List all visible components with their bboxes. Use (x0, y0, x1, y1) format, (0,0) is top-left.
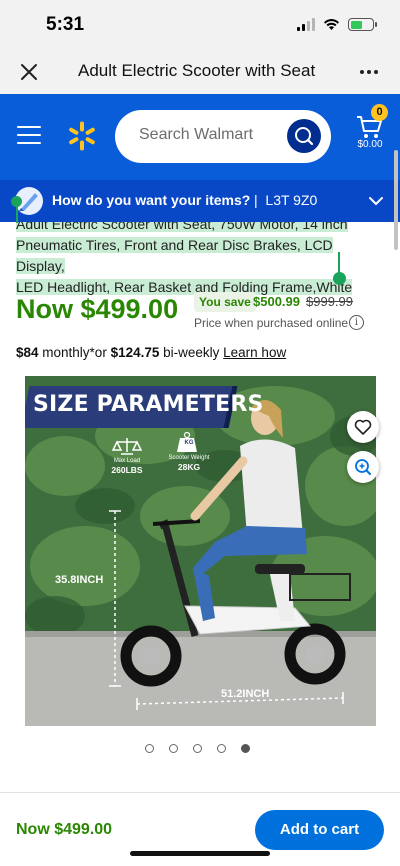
product-title-line: Pneumatic Tires, Front and Rear Disc Bra… (16, 237, 333, 274)
max-load-stat: Max Load 260LBS (111, 458, 143, 475)
was-price: $999.99 (306, 294, 353, 309)
delivery-zip: | L3T 9Z0 (254, 192, 318, 208)
menu-icon[interactable] (17, 126, 41, 146)
status-time: 5:31 (46, 14, 85, 35)
search-placeholder: Search Walmart (139, 126, 254, 143)
heart-icon (354, 419, 372, 435)
weight-stat: KG Scooter Weight 28KG (168, 440, 210, 472)
search-icon (295, 127, 314, 146)
battery-icon (348, 18, 377, 31)
browser-title-bar: Adult Electric Scooter with Seat (0, 50, 400, 94)
length-dimension-label: 51.2INCH (221, 688, 270, 700)
page-title: Adult Electric Scooter with Seat (78, 61, 316, 80)
installment-info: $84 monthly*or $124.75 bi-weekly Learn h… (16, 345, 287, 360)
more-options-icon[interactable] (358, 62, 380, 82)
current-price: Now $499.00 (16, 294, 179, 324)
bottom-price: Now $499.00 (16, 821, 113, 838)
selection-handle-start[interactable] (11, 196, 22, 207)
walmart-spark-logo[interactable] (66, 120, 98, 152)
pagination-dot[interactable] (217, 744, 226, 753)
info-icon[interactable]: i (349, 315, 364, 330)
status-icons (297, 18, 377, 31)
cellular-signal-icon (297, 18, 315, 31)
product-title-line: Adult Electric Scooter with Seat, 750W M… (16, 216, 348, 232)
walmart-header: Search Walmart 0 $0.00 (0, 94, 400, 180)
cart-count-badge: 0 (371, 104, 388, 121)
learn-how-link[interactable]: Learn how (223, 345, 286, 360)
height-dimension-label: 35.8INCH (55, 574, 104, 586)
product-photo (25, 376, 376, 726)
home-indicator[interactable] (130, 851, 270, 856)
status-bar: 5:31 (0, 0, 400, 50)
cart-total: $0.00 (357, 139, 383, 150)
selection-handle-end-line (338, 252, 340, 274)
delivery-question: How do you want your items? (52, 192, 251, 208)
price-note: Price when purchased online (194, 316, 349, 330)
product-title-line: LED Headlight, Rear Basket and Folding F… (16, 279, 353, 295)
selection-handle-end[interactable] (333, 272, 346, 285)
add-to-cart-button[interactable]: Add to cart (255, 810, 384, 850)
zoom-button[interactable] (347, 451, 379, 483)
zoom-in-icon (355, 459, 371, 475)
product-title: Adult Electric Scooter with Seat, 750W M… (16, 214, 384, 298)
size-banner-text: SIZE PARAMETERS (33, 392, 264, 417)
bottom-purchase-bar: Now $499.00 Add to cart (0, 792, 400, 866)
product-image[interactable]: SIZE PARAMETERS Max Load 260LBS KG Scoot… (25, 376, 376, 726)
you-save-badge: You save (194, 292, 256, 312)
scrollbar[interactable] (394, 150, 398, 250)
wifi-icon (324, 19, 339, 30)
pagination-dot[interactable] (169, 744, 178, 753)
pagination-dot[interactable] (193, 744, 202, 753)
search-input[interactable]: Search Walmart (115, 110, 331, 163)
pagination-dot-active[interactable] (241, 744, 250, 753)
close-icon[interactable] (16, 59, 42, 85)
search-button[interactable] (287, 119, 321, 153)
chevron-down-icon[interactable] (369, 196, 383, 206)
cart-button[interactable]: 0 $0.00 (352, 104, 388, 160)
pagination-dot[interactable] (145, 744, 154, 753)
savings-amount: $500.99 (253, 294, 300, 309)
image-pagination (145, 744, 250, 753)
favorite-button[interactable] (347, 411, 379, 443)
